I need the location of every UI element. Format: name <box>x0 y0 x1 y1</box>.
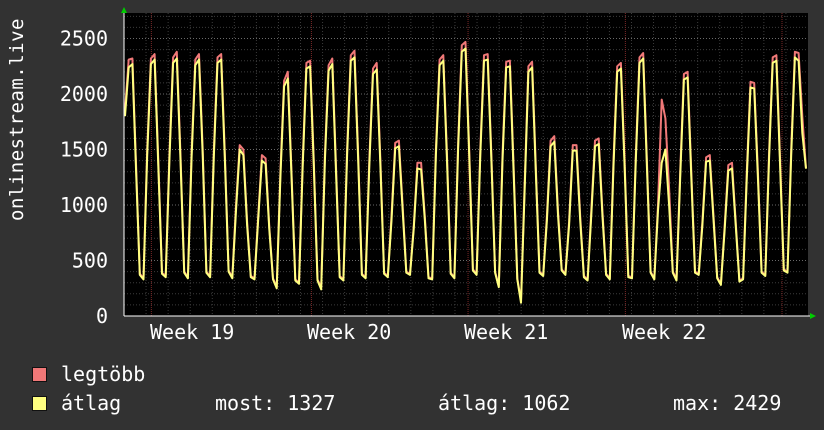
legend-label-max: legtöbb <box>61 362 146 386</box>
y-tick-label: 1000 <box>60 193 108 217</box>
x-tick-label: Week 20 <box>307 320 391 344</box>
y-tick-label: 1500 <box>60 138 108 162</box>
legend-swatch-avg <box>32 395 47 411</box>
y-tick-label: 2500 <box>60 27 108 51</box>
y-axis-arrow-icon <box>121 7 127 13</box>
stat-now: most: 1327 <box>215 391 336 415</box>
legend-label-avg: átlag <box>61 391 122 415</box>
y-tick-label: 0 <box>96 304 108 328</box>
y-axis-label: onlinestream.live <box>6 18 28 221</box>
legend-item-max: legtöbb <box>32 362 145 386</box>
x-tick-label: Week 22 <box>622 320 706 344</box>
y-tick-label: 2000 <box>60 82 108 106</box>
legend-swatch-max <box>32 366 47 382</box>
stat-avg: átlag: 1062 <box>438 391 571 415</box>
stat-max: max: 2429 <box>673 391 782 415</box>
x-tick-label: Week 21 <box>464 320 548 344</box>
y-tick-label: 500 <box>72 249 108 273</box>
x-tick-label: Week 19 <box>150 320 234 344</box>
legend-item-avg: átlag <box>32 391 121 415</box>
x-axis-arrow-icon <box>810 313 816 319</box>
x-axis-ticks: Week 19 Week 20 Week 21 Week 22 <box>150 320 706 344</box>
y-axis-ticks: 0 500 1000 1500 2000 2500 <box>60 27 108 328</box>
